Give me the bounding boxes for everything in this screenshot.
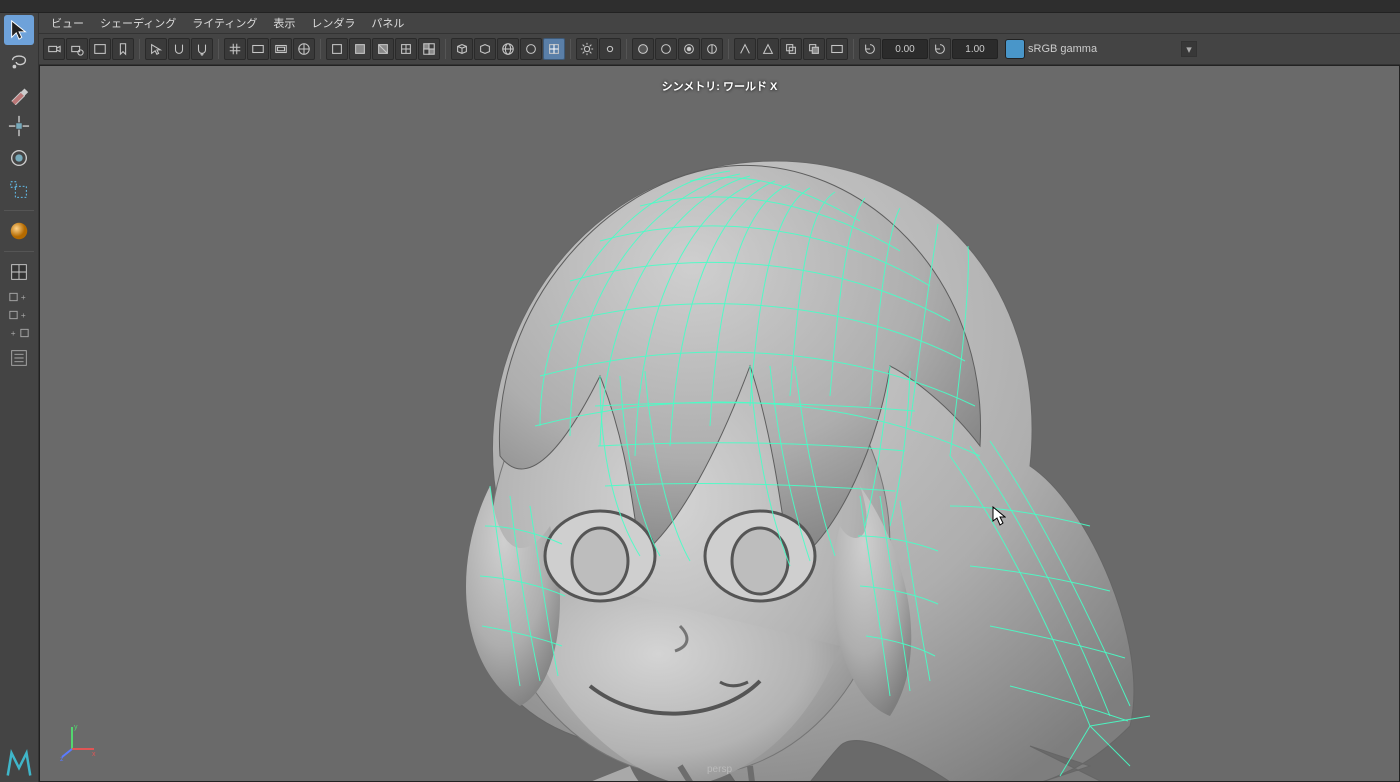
svg-text:+: + (21, 311, 26, 320)
menu-lighting[interactable]: ライティング (186, 13, 263, 33)
camera-lock-icon[interactable] (66, 38, 88, 60)
viewport[interactable]: シンメトリ: ワールド X (39, 65, 1400, 782)
separator (320, 39, 321, 59)
last-tool[interactable] (4, 216, 34, 246)
light-all-icon[interactable] (576, 38, 598, 60)
maya-logo-icon (4, 748, 34, 778)
separator (218, 39, 219, 59)
separator (139, 39, 140, 59)
menu-show[interactable]: 表示 (267, 13, 301, 33)
magnet-b-icon[interactable] (191, 38, 213, 60)
symmetry-label: シンメトリ: ワールド X (662, 78, 778, 94)
menu-shading[interactable]: シェーディング (94, 13, 182, 33)
shade-b-icon[interactable] (349, 38, 371, 60)
gamma-field[interactable]: 1.00 (952, 39, 998, 59)
hull-icon[interactable] (474, 38, 496, 60)
colorspace-selector[interactable]: sRGB gamma ▾ (1005, 39, 1197, 59)
select-tool[interactable] (4, 15, 34, 45)
menu-view[interactable]: ビュー (45, 13, 90, 33)
mouse-cursor-icon (992, 506, 1006, 526)
panel-icon-bar: 0.00 1.00 sRGB gamma ▾ (39, 34, 1400, 65)
camera-icon[interactable] (43, 38, 65, 60)
light-sel-icon[interactable] (599, 38, 621, 60)
exposure-field[interactable]: 0.00 (882, 39, 928, 59)
separator (4, 251, 34, 252)
title-bar (0, 0, 1400, 13)
copy-b-icon[interactable] (803, 38, 825, 60)
svg-text:x: x (92, 751, 96, 758)
tool-column: + + + (0, 13, 39, 782)
resgate-b-icon[interactable] (270, 38, 292, 60)
separator (728, 39, 729, 59)
shade-c-icon[interactable] (372, 38, 394, 60)
chevron-down-icon[interactable]: ▾ (1181, 41, 1197, 57)
paint-select-tool[interactable] (4, 79, 34, 109)
panel-menu-bar: ビュー シェーディング ライティング 表示 レンダラ パネル (39, 13, 1400, 34)
gamma-reset-icon[interactable] (929, 38, 951, 60)
snap-plus-a[interactable]: + (4, 289, 34, 305)
svg-text:+: + (11, 329, 16, 338)
svg-text:+: + (21, 293, 26, 302)
scale-tool[interactable] (4, 175, 34, 205)
copy-a-icon[interactable] (780, 38, 802, 60)
separator (4, 210, 34, 211)
tex-icon[interactable] (418, 38, 440, 60)
bookmark-icon[interactable] (112, 38, 134, 60)
film-gate-icon[interactable] (89, 38, 111, 60)
xray-b-icon[interactable] (757, 38, 779, 60)
view-axis-icon: y x z (60, 721, 100, 761)
wireframe-icon[interactable] (293, 38, 315, 60)
move-tool[interactable] (4, 111, 34, 141)
separator (570, 39, 571, 59)
gate-icon[interactable] (826, 38, 848, 60)
model-head (390, 126, 1190, 782)
select-hl-icon[interactable] (145, 38, 167, 60)
resgate-a-icon[interactable] (247, 38, 269, 60)
separator (445, 39, 446, 59)
menu-renderer[interactable]: レンダラ (305, 13, 361, 33)
nurbs-icon[interactable] (520, 38, 542, 60)
colorspace-label: sRGB gamma (1028, 43, 1178, 55)
shade-a-icon[interactable] (326, 38, 348, 60)
snap-minus[interactable]: + (4, 325, 34, 341)
outliner-tool[interactable] (4, 343, 34, 373)
iso-a-icon[interactable] (632, 38, 654, 60)
iso-d-icon[interactable] (701, 38, 723, 60)
lasso-tool[interactable] (4, 47, 34, 77)
grid-icon[interactable] (224, 38, 246, 60)
shade-d-icon[interactable] (395, 38, 417, 60)
menu-panels[interactable]: パネル (365, 13, 410, 33)
separator (853, 39, 854, 59)
cube-icon[interactable] (451, 38, 473, 60)
svg-text:y: y (74, 724, 78, 731)
xray-a-icon[interactable] (734, 38, 756, 60)
exposure-reset-icon[interactable] (859, 38, 881, 60)
snap-grid-tool[interactable] (4, 257, 34, 287)
rotate-tool[interactable] (4, 143, 34, 173)
snap-plus-b[interactable]: + (4, 307, 34, 323)
iso-b-icon[interactable] (655, 38, 677, 60)
poly-icon[interactable] (543, 38, 565, 60)
camera-name-label: persp (707, 764, 732, 775)
iso-c-icon[interactable] (678, 38, 700, 60)
separator (626, 39, 627, 59)
magnet-a-icon[interactable] (168, 38, 190, 60)
svg-text:z: z (60, 756, 64, 761)
colorspace-swatch-icon (1005, 39, 1025, 59)
globe-icon[interactable] (497, 38, 519, 60)
